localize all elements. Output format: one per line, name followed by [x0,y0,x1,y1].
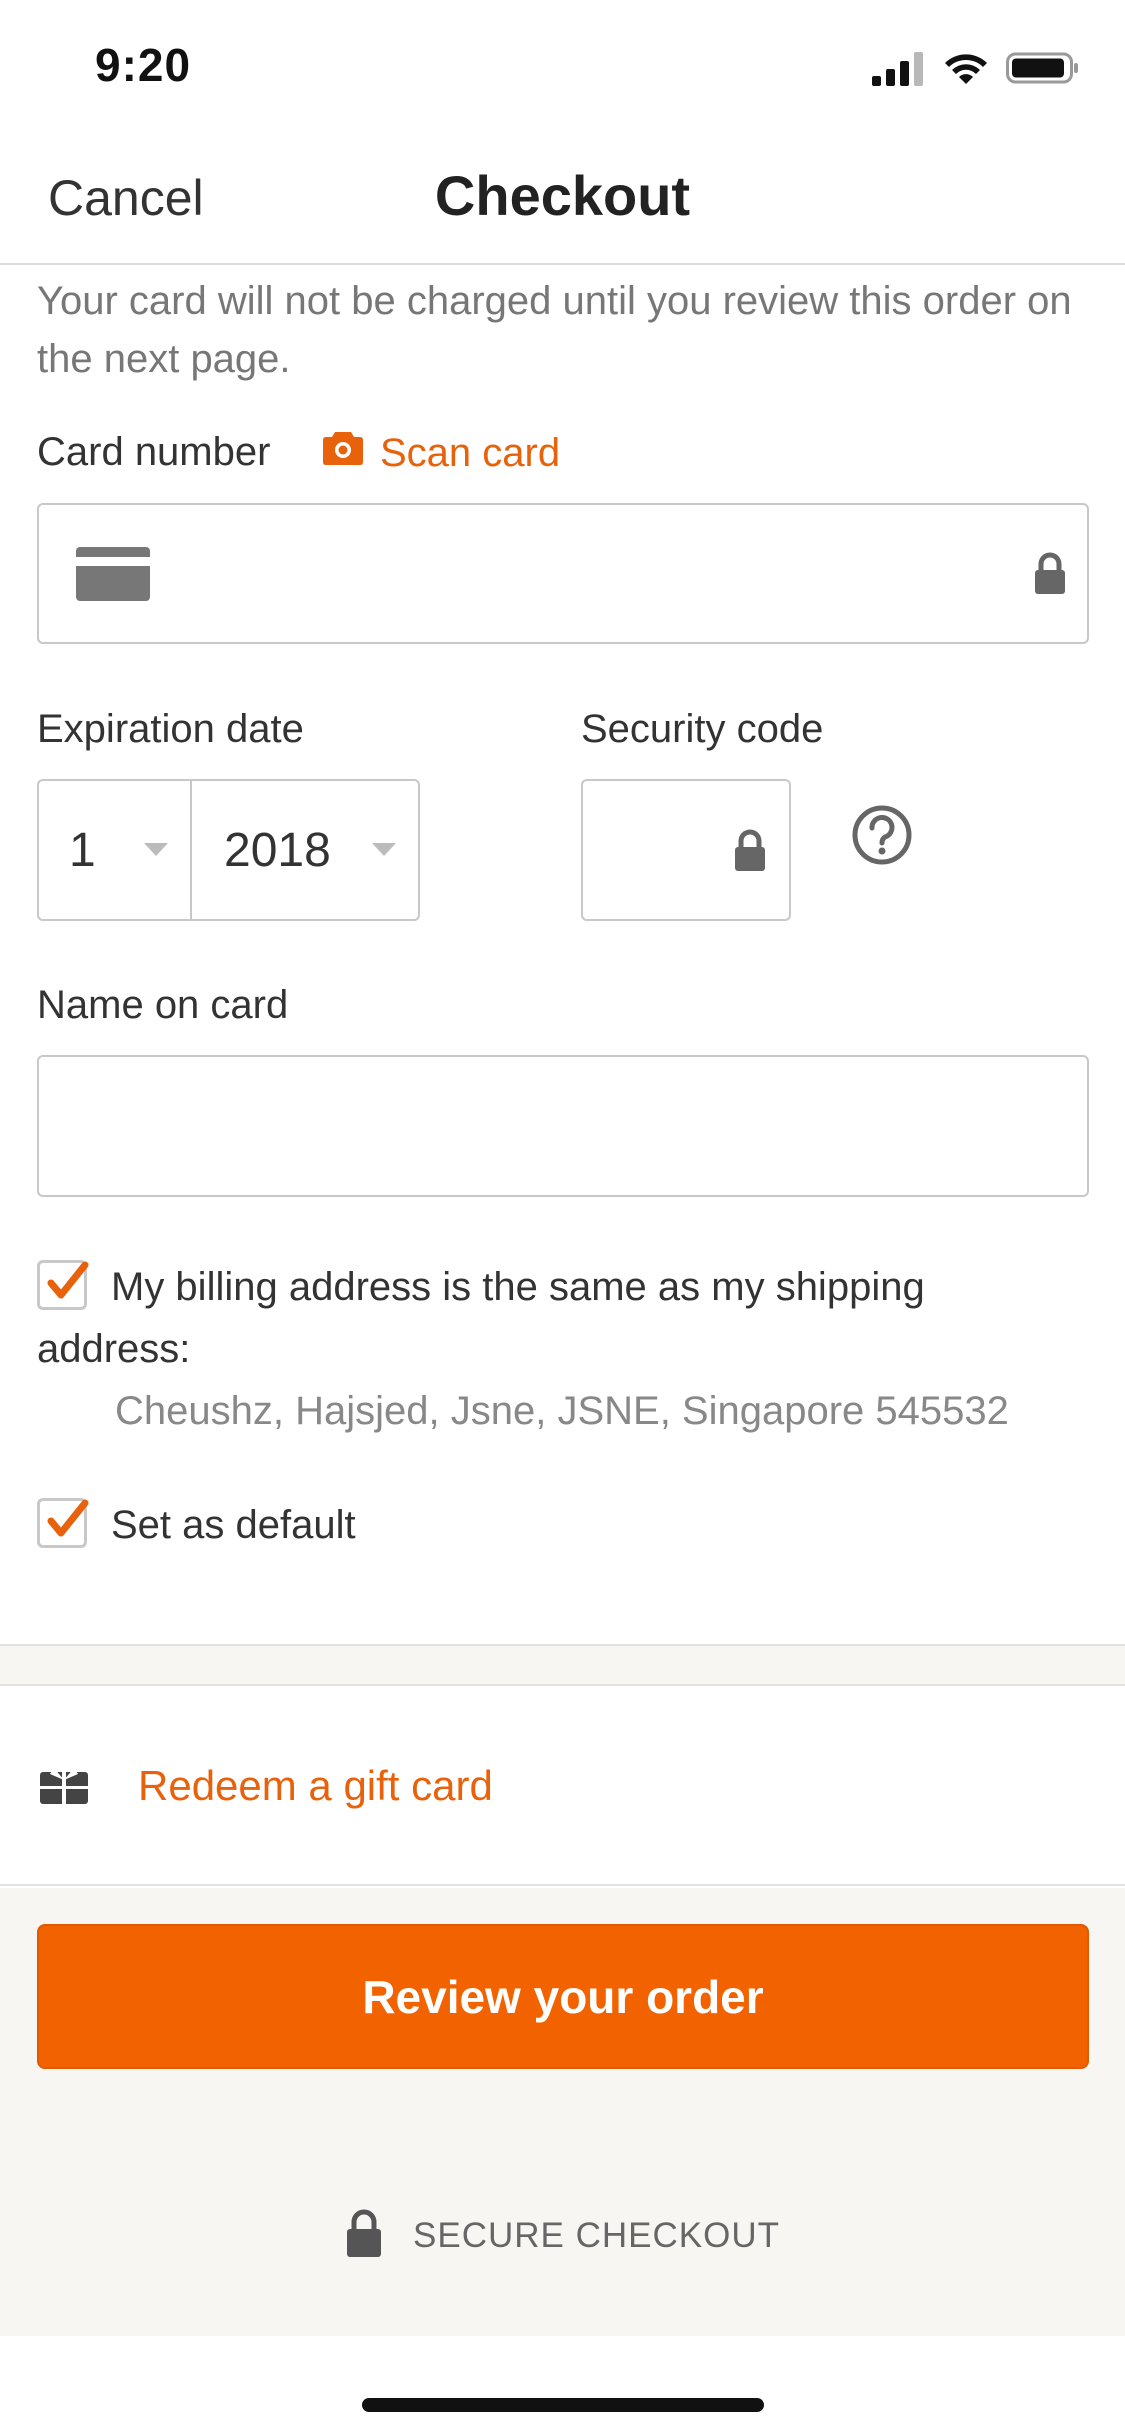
status-time: 9:20 [95,39,192,91]
name-on-card-label: Name on card [37,983,289,1027]
expiration-date-picker: 1 2018 [37,779,420,921]
section-divider [0,1644,1125,1686]
secure-checkout-label: SECURE CHECKOUT [413,2215,780,2255]
lock-icon [1033,551,1067,600]
review-order-button[interactable]: Review your order [37,1924,1089,2069]
scan-card-button[interactable]: Scan card [322,430,560,476]
expiration-month-value: 1 [69,823,96,877]
lock-icon [345,2208,383,2263]
expiration-month-select[interactable]: 1 [39,781,192,919]
status-icons [872,50,1080,91]
security-code-label: Security code [581,707,824,751]
card-number-label: Card number [37,430,271,474]
battery-icon [1006,50,1080,91]
billing-same-row: My billing address is the same as my shi… [37,1256,1097,1318]
checkmark-icon [47,1261,89,1299]
set-default-label: Set as default [111,1503,356,1547]
bottom-panel: Review your order SECURE CHECKOUT [0,1888,1125,2336]
chevron-down-icon [144,843,168,856]
name-on-card-input[interactable] [37,1055,1089,1197]
expiration-date-label: Expiration date [37,707,304,751]
nav-bar: Cancel Checkout [0,135,1125,265]
billing-same-label: My billing address is the same as my shi… [111,1265,925,1309]
billing-same-checkbox[interactable] [37,1260,89,1310]
cancel-button[interactable]: Cancel [48,169,204,227]
credit-card-icon [76,547,150,606]
billing-same-label-continued: address: [37,1327,191,1371]
checkmark-icon [47,1499,89,1537]
set-default-row: Set as default [37,1494,356,1556]
scan-card-label: Scan card [380,430,561,475]
charge-notice: Your card will not be charged until you … [37,279,1072,381]
home-indicator[interactable] [362,2398,764,2412]
expiration-year-select[interactable]: 2018 [192,781,418,919]
wifi-icon [942,50,990,91]
chevron-down-icon [372,843,396,856]
expiration-year-value: 2018 [224,823,331,877]
help-icon[interactable] [851,804,913,871]
home-bar-area [0,2336,1125,2436]
camera-icon [322,430,364,476]
lock-icon [733,828,767,877]
redeem-gift-card-row[interactable]: Redeem a gift card [0,1686,1125,1886]
card-number-input[interactable] [37,503,1089,644]
secure-checkout: SECURE CHECKOUT [0,2208,1125,2263]
security-code-input[interactable] [581,779,791,921]
signal-icon [872,50,926,91]
shipping-address: Cheushz, Hajsjed, Jsne, JSNE, Singapore … [115,1389,1009,1433]
redeem-gift-card-label: Redeem a gift card [138,1762,493,1809]
set-default-checkbox[interactable] [37,1498,89,1548]
status-bar: 9:20 [0,0,1125,135]
gift-icon [40,1766,88,1809]
